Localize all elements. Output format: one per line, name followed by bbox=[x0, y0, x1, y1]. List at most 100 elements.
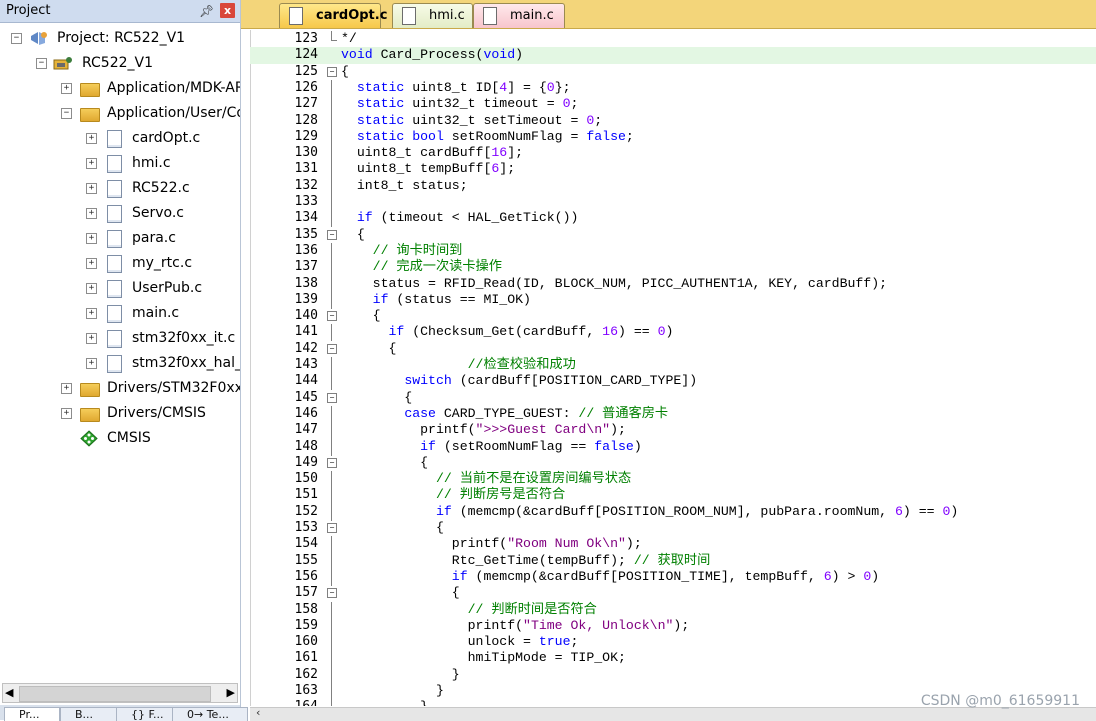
code-line[interactable]: 148 if (setRoomNumFlag == false) bbox=[250, 438, 1096, 456]
expand-toggle[interactable]: + bbox=[86, 183, 97, 194]
tab-hmi-c[interactable]: hmi.c bbox=[392, 3, 473, 28]
expand-toggle[interactable]: + bbox=[86, 158, 97, 169]
code-line[interactable]: 159 printf("Time Ok, Unlock\n"); bbox=[250, 617, 1096, 635]
code-line[interactable]: 145− { bbox=[250, 390, 1096, 406]
line-number: 129 bbox=[294, 128, 318, 144]
pin-icon[interactable]: 📌︎ bbox=[199, 4, 214, 18]
line-number: 134 bbox=[294, 210, 318, 226]
code-line[interactable]: 130 uint8_t cardBuff[16]; bbox=[250, 145, 1096, 163]
code-line[interactable]: 124 void Card_Process(void) bbox=[250, 47, 1096, 64]
close-icon[interactable]: x bbox=[220, 3, 235, 18]
expand-toggle[interactable]: + bbox=[86, 133, 97, 144]
code-line[interactable]: 147 printf(">>>Guest Card\n"); bbox=[250, 422, 1096, 440]
code-line[interactable]: 155 Rtc_GetTime(tempBuff); // 获取时间 bbox=[250, 552, 1096, 570]
code-line[interactable]: 136 // 询卡时间到 bbox=[250, 242, 1096, 260]
tree-folder-application-mdk-arm[interactable]: + Application/MDK-ARM bbox=[0, 77, 240, 102]
code-line[interactable]: 140− { bbox=[250, 308, 1096, 324]
code-line[interactable]: 160 unlock = true; bbox=[250, 634, 1096, 652]
code-line[interactable]: 149− { bbox=[250, 455, 1096, 471]
code-line[interactable]: 139 if (status == MI_OK) bbox=[250, 291, 1096, 309]
fold-toggle-icon[interactable]: − bbox=[327, 392, 337, 403]
code-line[interactable]: 133 bbox=[250, 194, 1096, 211]
scroll-thumb[interactable] bbox=[19, 686, 211, 702]
code-line[interactable]: 151 // 判断房号是否符合 bbox=[250, 487, 1096, 505]
code-line[interactable]: 142− { bbox=[250, 341, 1096, 357]
editor-horizontal-scrollbar[interactable]: ‹ bbox=[250, 706, 1096, 721]
code-line[interactable]: 131 uint8_t tempBuff[6]; bbox=[250, 161, 1096, 179]
code-editor[interactable]: 123 */124 void Card_Process(void) 125−{126 … bbox=[250, 30, 1096, 706]
code-line[interactable]: 152 if (memcmp(&cardBuff[POSITION_ROOM_N… bbox=[250, 503, 1096, 521]
tree-item-project[interactable]: − Project: RC522_V1 bbox=[0, 27, 240, 52]
tab-templates[interactable]: 0→ Te... bbox=[172, 707, 248, 721]
fold-toggle-icon[interactable]: − bbox=[327, 229, 337, 240]
code-line[interactable]: 129 static bool setRoomNumFlag = false; bbox=[250, 128, 1096, 146]
code-line[interactable]: 135− { bbox=[250, 227, 1096, 243]
code-line[interactable]: 157− { bbox=[250, 585, 1096, 601]
tab-project[interactable]: Pr... bbox=[4, 707, 60, 721]
tree-file-main[interactable]: + main.c bbox=[0, 302, 240, 327]
expand-toggle[interactable]: + bbox=[86, 308, 97, 319]
code-line[interactable]: 153− { bbox=[250, 520, 1096, 536]
fold-toggle-icon[interactable]: − bbox=[327, 523, 337, 533]
expand-toggle[interactable]: + bbox=[61, 83, 72, 94]
scroll-right-icon[interactable]: ▶ bbox=[227, 686, 235, 699]
code-line[interactable]: 143 //检查校验和成功 bbox=[250, 357, 1096, 374]
tab-main-c[interactable]: main.c bbox=[473, 3, 565, 28]
tree-file-para[interactable]: + para.c bbox=[0, 227, 240, 252]
code-line[interactable]: 150 // 当前不是在设置房间编号状态 bbox=[250, 471, 1096, 489]
code-line[interactable]: 154 printf("Room Num Ok\n"); bbox=[250, 536, 1096, 554]
tree-file-hmi[interactable]: + hmi.c bbox=[0, 152, 240, 177]
expand-toggle[interactable]: + bbox=[86, 358, 97, 369]
fold-toggle-icon[interactable]: − bbox=[327, 311, 337, 322]
tree-folder-application-user-core[interactable]: − Application/User/Core bbox=[0, 102, 240, 127]
scroll-left-icon[interactable]: ‹ bbox=[256, 706, 260, 719]
expand-toggle[interactable]: + bbox=[61, 383, 72, 394]
horizontal-scrollbar[interactable]: ◀ ▶ bbox=[2, 683, 238, 703]
tree-component-cmsis[interactable]: CMSIS bbox=[0, 427, 240, 452]
code-line[interactable]: 162 } bbox=[250, 666, 1096, 684]
expand-toggle[interactable]: + bbox=[86, 333, 97, 344]
expand-toggle[interactable]: + bbox=[86, 233, 97, 244]
code-line[interactable]: 146 case CARD_TYPE_GUEST: // 普通客房卡 bbox=[250, 405, 1096, 423]
file-icon bbox=[483, 7, 497, 25]
tree-file-my-rtc[interactable]: + my_rtc.c bbox=[0, 252, 240, 277]
code-line[interactable]: 158 // 判断时间是否符合 bbox=[250, 601, 1096, 619]
code-line[interactable]: 141 if (Checksum_Get(cardBuff, 16) == 0) bbox=[250, 324, 1096, 342]
code-line[interactable]: 123 */ bbox=[250, 31, 1096, 47]
code-line[interactable]: 126 static uint8_t ID[4] = {0}; bbox=[250, 79, 1096, 97]
tree-file-stm32f0xx-it[interactable]: + stm32f0xx_it.c bbox=[0, 327, 240, 352]
expand-toggle[interactable]: + bbox=[86, 258, 97, 269]
code-text: hmiTipMode = TIP_OK; bbox=[341, 650, 626, 666]
code-line[interactable]: 161 hmiTipMode = TIP_OK; bbox=[250, 650, 1096, 668]
tab-cardopt-c[interactable]: cardOpt.c bbox=[279, 3, 387, 28]
tree-file-servo[interactable]: + Servo.c bbox=[0, 202, 240, 227]
code-line[interactable]: 137 // 完成一次读卡操作 bbox=[250, 259, 1096, 277]
code-line[interactable]: 127 static uint32_t timeout = 0; bbox=[250, 96, 1096, 114]
code-line[interactable]: 138 status = RFID_Read(ID, BLOCK_NUM, PI… bbox=[250, 275, 1096, 293]
expand-toggle[interactable]: + bbox=[86, 283, 97, 294]
code-line[interactable]: 132 int8_t status; bbox=[250, 177, 1096, 195]
tree-folder-drivers-cmsis[interactable]: + Drivers/CMSIS bbox=[0, 402, 240, 427]
scroll-left-icon[interactable]: ◀ bbox=[5, 686, 13, 699]
fold-toggle-icon[interactable]: − bbox=[327, 343, 337, 354]
fold-toggle-icon[interactable]: − bbox=[327, 66, 337, 77]
expand-toggle[interactable]: + bbox=[86, 208, 97, 219]
tree-file-userpub[interactable]: + UserPub.c bbox=[0, 277, 240, 302]
fold-toggle-icon[interactable]: − bbox=[327, 457, 337, 468]
code-line[interactable]: 134 if (timeout < HAL_GetTick()) bbox=[250, 210, 1096, 228]
code-line[interactable]: 156 if (memcmp(&cardBuff[POSITION_TIME],… bbox=[250, 568, 1096, 586]
tree-file-cardopt[interactable]: + cardOpt.c bbox=[0, 127, 240, 152]
tree-item-target[interactable]: − RC522_V1 bbox=[0, 52, 240, 77]
tree-file-stm32f0xx-hal-msp[interactable]: + stm32f0xx_hal_msp.c bbox=[0, 352, 240, 377]
code-line[interactable]: 128 static uint32_t setTimeout = 0; bbox=[250, 112, 1096, 130]
expand-toggle[interactable]: + bbox=[61, 408, 72, 419]
collapse-toggle[interactable]: − bbox=[61, 108, 72, 119]
code-line[interactable]: 144 switch (cardBuff[POSITION_CARD_TYPE]… bbox=[250, 373, 1096, 391]
folder-icon bbox=[80, 83, 100, 97]
tree-folder-drivers-hal[interactable]: + Drivers/STM32F0xx_HAL_Driver bbox=[0, 377, 240, 402]
fold-toggle-icon[interactable]: − bbox=[327, 588, 337, 599]
code-line[interactable]: 125−{ bbox=[250, 64, 1096, 80]
collapse-toggle[interactable]: − bbox=[11, 33, 22, 44]
tree-file-rc522[interactable]: + RC522.c bbox=[0, 177, 240, 202]
collapse-toggle[interactable]: − bbox=[36, 58, 47, 69]
